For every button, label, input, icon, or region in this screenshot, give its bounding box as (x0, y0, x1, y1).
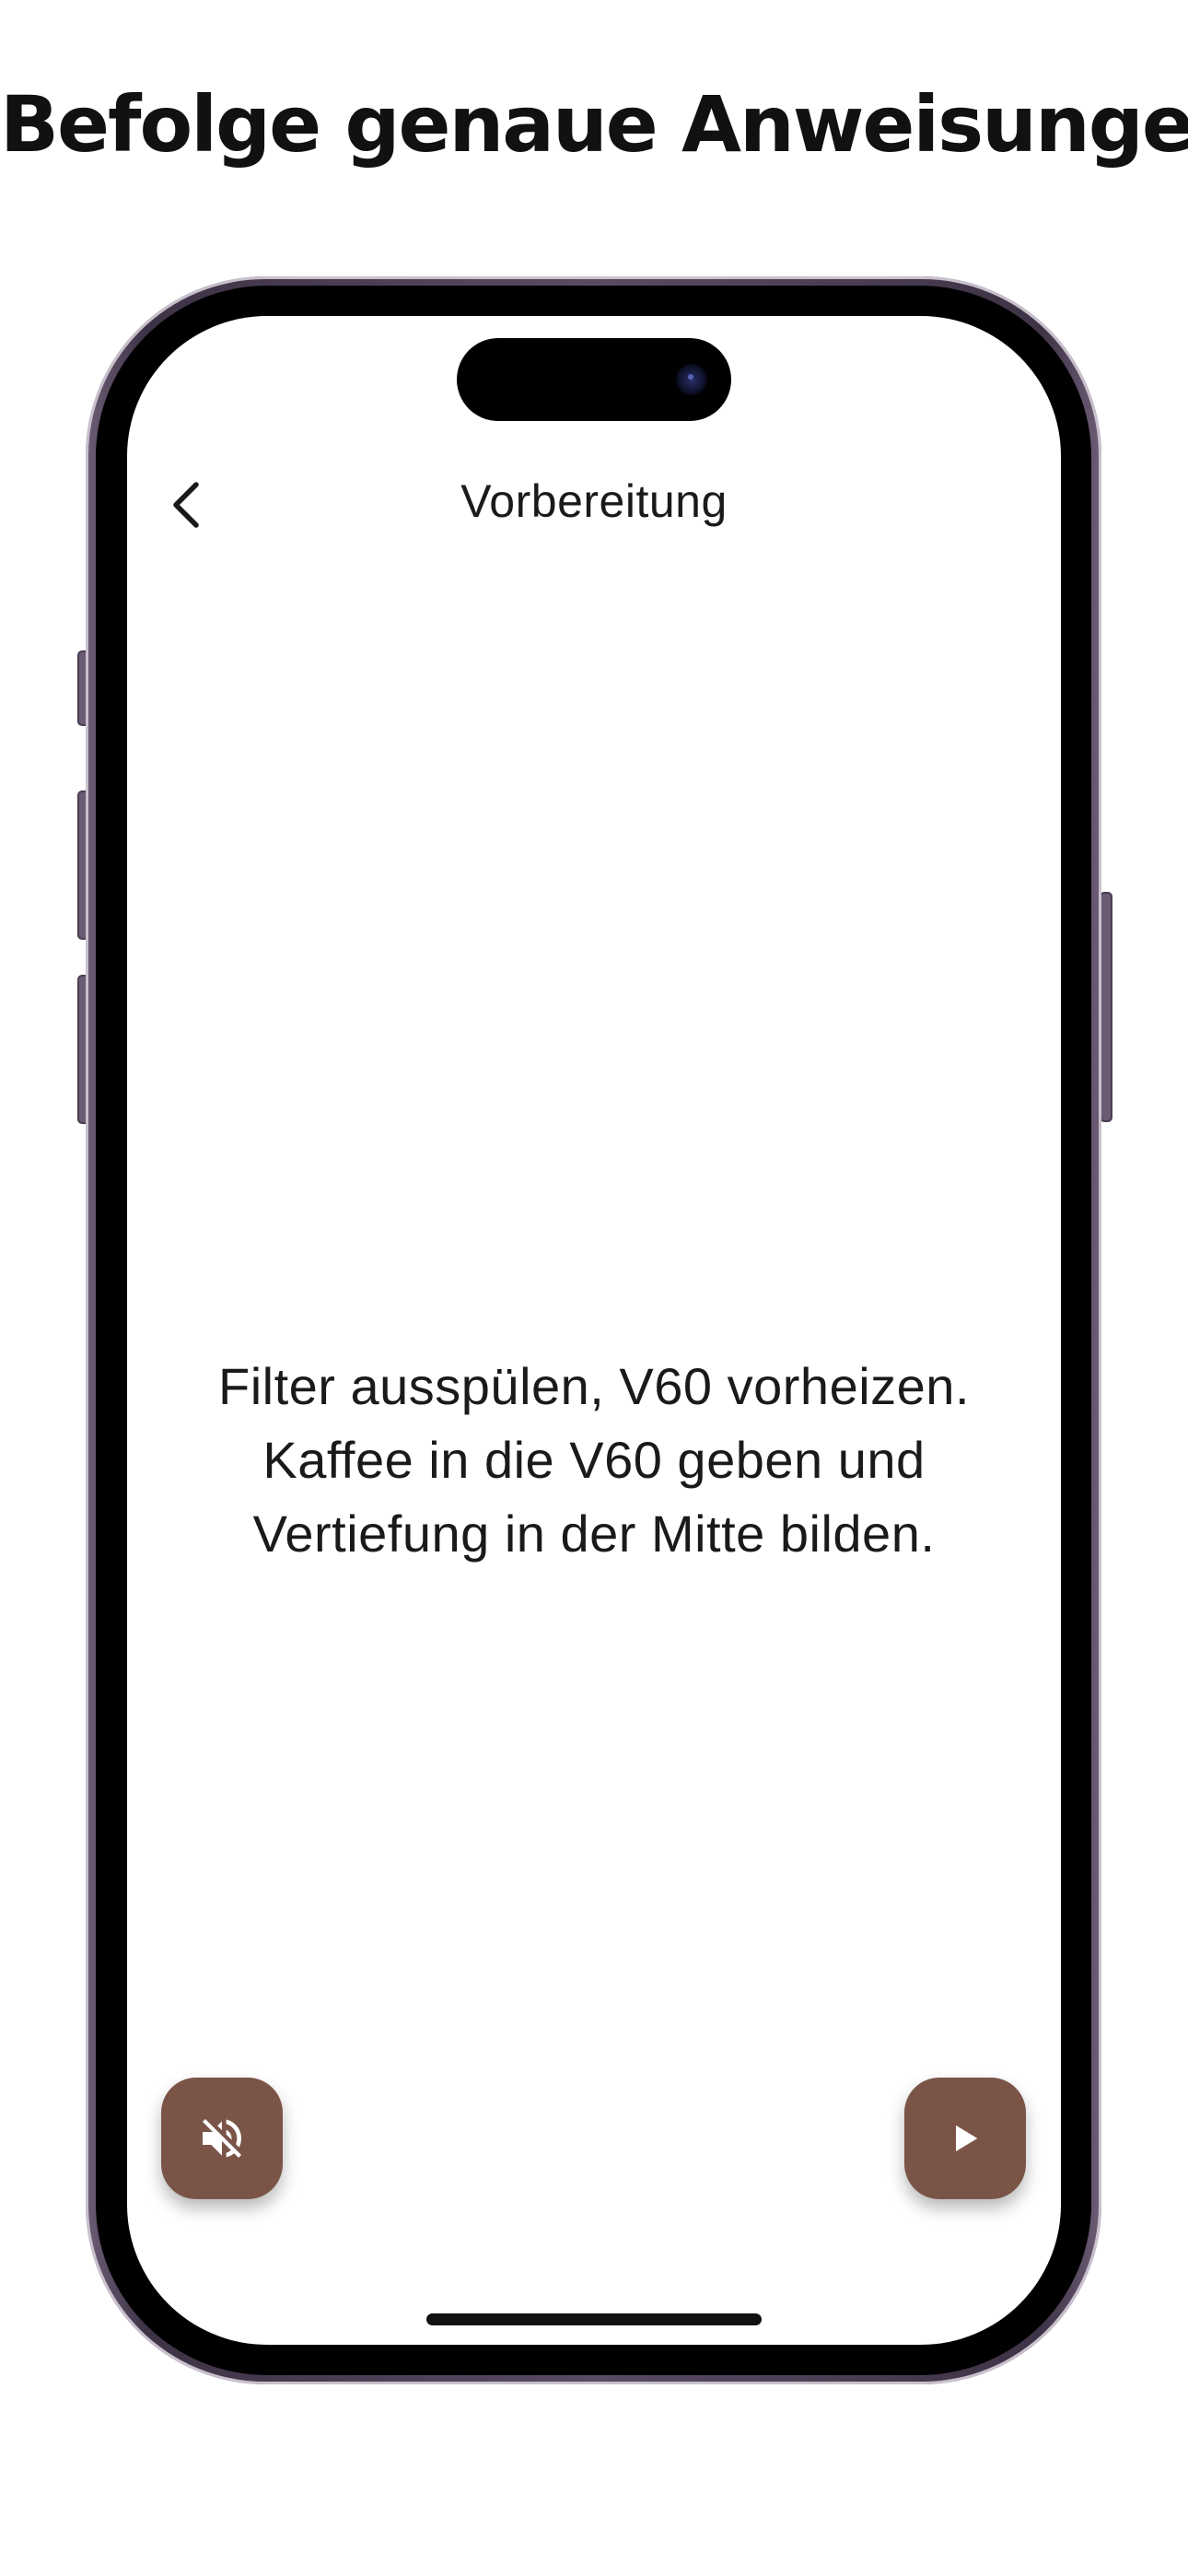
front-camera (676, 364, 707, 395)
home-indicator[interactable] (426, 2313, 762, 2325)
dynamic-island (457, 338, 731, 421)
mute-button[interactable] (161, 2078, 283, 2199)
instruction-line: Vertiefung in der Mitte bilden. (252, 1505, 936, 1563)
volume-off-icon (203, 2119, 241, 2158)
play-icon (956, 2125, 978, 2152)
phone-screen: Vorbereitung Filter ausspülen, V60 vorhe… (127, 316, 1061, 2345)
instruction-text: Filter ausspülen, V60 vorheizen. Kaffee … (164, 1350, 1024, 1571)
instruction-line: Kaffee in die V60 geben und (262, 1431, 926, 1489)
instruction-line: Filter ausspülen, V60 vorheizen. (218, 1357, 970, 1415)
marketing-headline: Befolge genaue Anweisungen (0, 79, 1188, 170)
play-button[interactable] (904, 2078, 1026, 2199)
power-button (1100, 892, 1112, 1122)
page-title: Vorbereitung (460, 475, 728, 527)
